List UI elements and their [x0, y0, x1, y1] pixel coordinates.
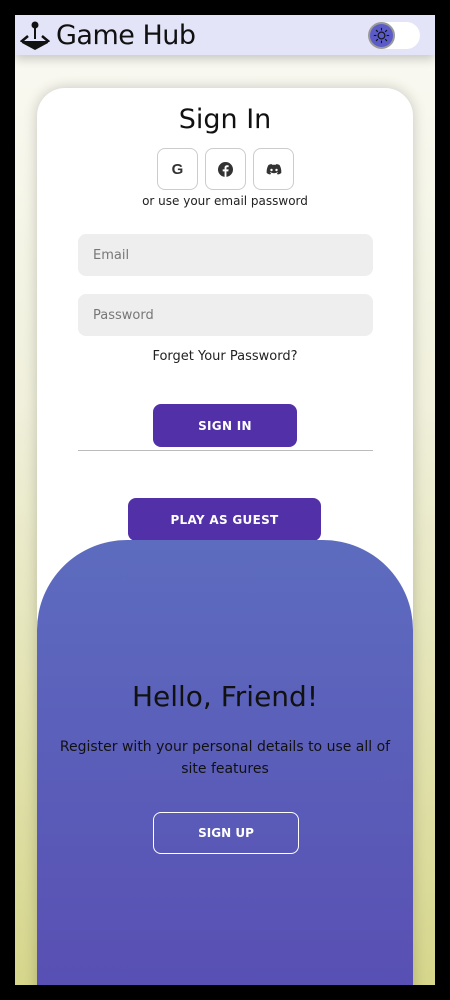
social-login-group: G: [157, 148, 294, 190]
theme-toggle[interactable]: [368, 22, 420, 49]
sign-in-button[interactable]: SIGN IN: [153, 404, 297, 447]
discord-icon: [266, 163, 281, 174]
facebook-login-button[interactable]: [205, 148, 246, 190]
google-login-button[interactable]: G: [157, 148, 198, 190]
forgot-password-link[interactable]: Forget Your Password?: [37, 349, 413, 364]
header: Game Hub: [15, 15, 435, 55]
facebook-icon: [218, 161, 233, 177]
auth-card: Sign In G or use your email password For…: [37, 88, 413, 985]
discord-login-button[interactable]: [253, 148, 294, 190]
app-title: Game Hub: [56, 19, 196, 51]
sun-icon: [368, 22, 395, 49]
signup-panel: Hello, Friend! Register with your person…: [37, 540, 413, 985]
joystick-icon: [20, 21, 50, 50]
password-input[interactable]: [78, 294, 373, 336]
sign-up-button[interactable]: SIGN UP: [153, 812, 299, 854]
play-as-guest-button[interactable]: PLAY AS GUEST: [128, 498, 321, 541]
app-viewport: Game Hub Sign In G or use your email pas…: [15, 15, 435, 985]
signin-title: Sign In: [178, 104, 272, 135]
google-icon: G: [171, 160, 184, 178]
email-input[interactable]: [78, 234, 373, 276]
divider-text: or use your email password: [142, 194, 308, 208]
panel-text: Register with your personal details to u…: [59, 739, 391, 777]
divider: [78, 450, 373, 451]
panel-title: Hello, Friend!: [131, 680, 319, 713]
